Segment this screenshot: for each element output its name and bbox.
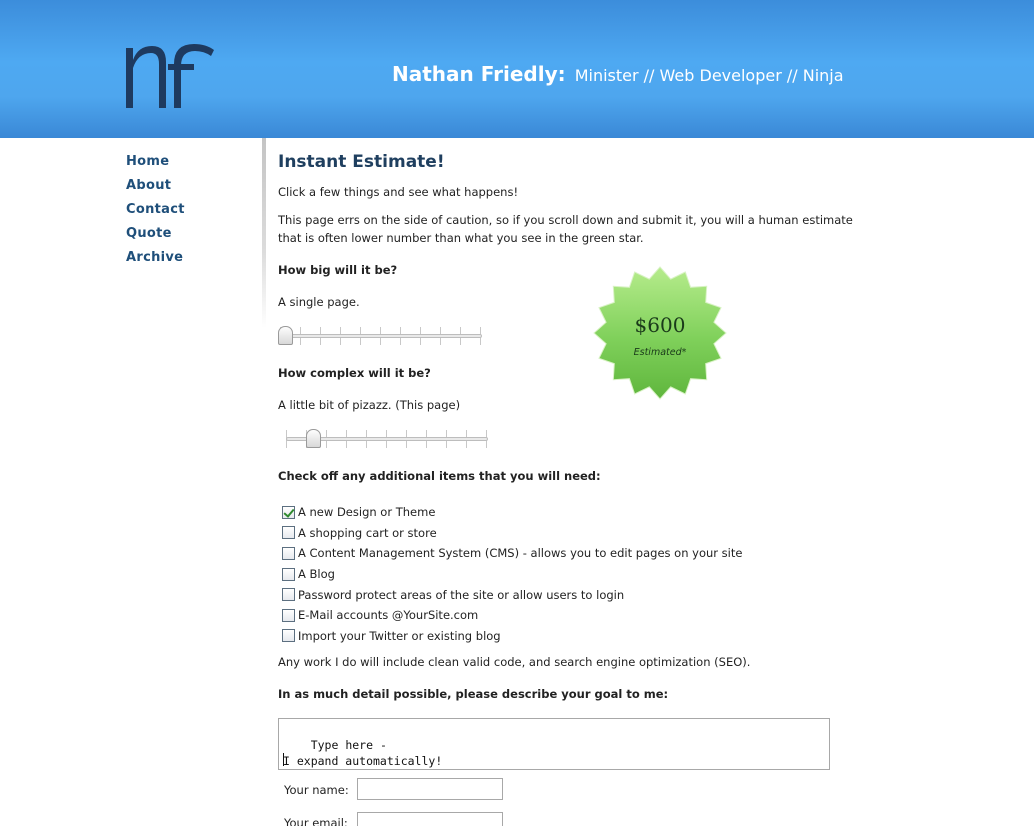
addon-email[interactable]: E-Mail accounts @YourSite.com xyxy=(282,605,742,626)
complexity-question: How complex will it be? xyxy=(278,366,431,380)
sidebar-divider xyxy=(262,138,266,328)
goal-question: In as much detail possible, please descr… xyxy=(278,687,669,701)
site-owner-name: Nathan Friedly: xyxy=(392,62,566,86)
estimate-label: Estimated* xyxy=(633,347,687,358)
header-tagline: Nathan Friedly: Minister // Web Develope… xyxy=(392,62,844,86)
addon-label: E-Mail accounts @YourSite.com xyxy=(298,608,479,623)
site-owner-roles: Minister // Web Developer // Ninja xyxy=(574,66,844,85)
addon-shopping-cart[interactable]: A shopping cart or store xyxy=(282,523,742,544)
goal-text: Type here - I expand automatically! xyxy=(283,738,443,768)
checkbox[interactable] xyxy=(282,526,295,540)
seo-note: Any work I do will include clean valid c… xyxy=(278,655,751,669)
email-label: Your email: xyxy=(284,816,348,826)
addon-cms[interactable]: A Content Management System (CMS) - allo… xyxy=(282,543,742,564)
email-input[interactable] xyxy=(357,812,503,826)
addon-design[interactable]: A new Design or Theme xyxy=(282,502,742,523)
name-input[interactable] xyxy=(357,778,503,800)
addons-question: Check off any additional items that you … xyxy=(278,469,601,483)
addon-label: A Content Management System (CMS) - allo… xyxy=(298,546,743,561)
complexity-slider[interactable] xyxy=(286,427,490,449)
addon-label: Import your Twitter or existing blog xyxy=(298,628,501,643)
size-slider[interactable] xyxy=(278,324,484,346)
checkbox[interactable] xyxy=(282,546,295,560)
size-answer: A single page. xyxy=(278,295,360,309)
addon-import[interactable]: Import your Twitter or existing blog xyxy=(282,626,742,647)
checkbox[interactable] xyxy=(282,629,295,643)
slider-track xyxy=(280,334,482,338)
slider-handle[interactable] xyxy=(278,326,293,345)
site-header: Nathan Friedly: Minister // Web Develope… xyxy=(0,0,1034,138)
nav-contact[interactable]: Contact xyxy=(126,200,185,224)
text-caret xyxy=(283,753,284,766)
nav-about[interactable]: About xyxy=(126,176,185,200)
complexity-answer: A little bit of pizazz. (This page) xyxy=(278,398,461,412)
addons-list: A new Design or Theme A shopping cart or… xyxy=(282,502,742,646)
checkbox[interactable] xyxy=(282,608,295,622)
slider-handle[interactable] xyxy=(306,429,321,448)
caution-text-line1: This page errs on the side of caution, s… xyxy=(278,213,853,227)
checkbox[interactable] xyxy=(282,505,295,519)
nav-quote[interactable]: Quote xyxy=(126,224,185,248)
sidebar-nav: Home About Contact Quote Archive xyxy=(126,152,185,272)
addon-label: Password protect areas of the site or al… xyxy=(298,587,625,602)
page-title: Instant Estimate! xyxy=(278,152,445,172)
checkbox[interactable] xyxy=(282,567,295,581)
addon-label: A new Design or Theme xyxy=(298,505,436,520)
name-label: Your name: xyxy=(284,783,349,797)
nav-home[interactable]: Home xyxy=(126,152,185,176)
addon-password[interactable]: Password protect areas of the site or al… xyxy=(282,584,742,605)
goal-textarea[interactable]: Type here - I expand automatically! xyxy=(278,718,830,770)
estimate-price: $600 xyxy=(634,313,686,337)
nav-archive[interactable]: Archive xyxy=(126,248,185,272)
addon-blog[interactable]: A Blog xyxy=(282,564,742,585)
checkbox[interactable] xyxy=(282,588,295,602)
nf-logo[interactable] xyxy=(124,42,216,110)
size-question: How big will it be? xyxy=(278,263,398,277)
intro-text: Click a few things and see what happens! xyxy=(278,185,519,199)
addon-label: A shopping cart or store xyxy=(298,525,437,540)
caution-text-line2: that is often lower number than what you… xyxy=(278,231,644,245)
addon-label: A Blog xyxy=(298,567,335,582)
